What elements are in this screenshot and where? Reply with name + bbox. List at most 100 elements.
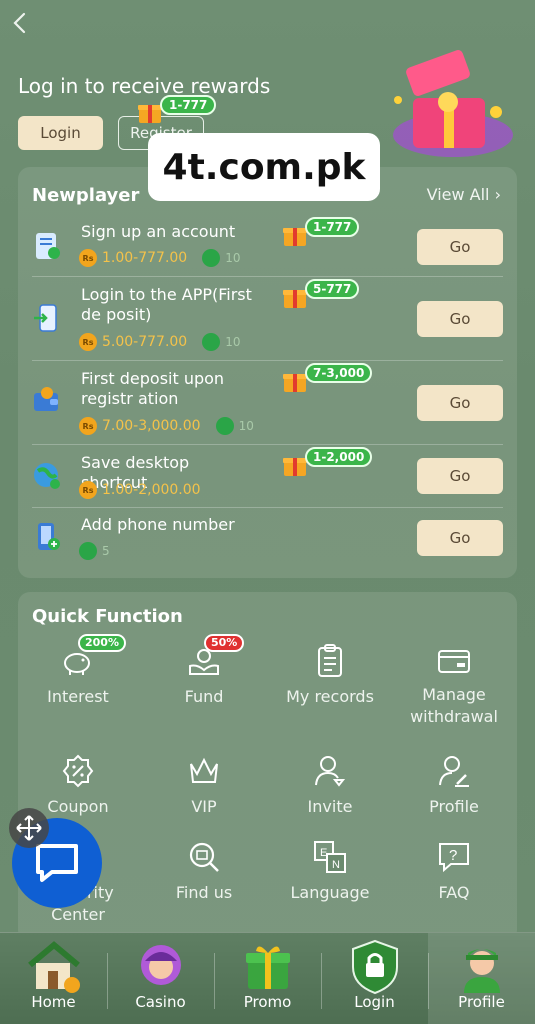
qf-label: FAQ (438, 883, 470, 902)
qf-label: VIP (191, 797, 217, 816)
newplayer-card: Newplayer View All › Sign up an account … (18, 167, 517, 578)
task-item: First deposit upon registr ation Rs 7.00… (32, 361, 503, 445)
qf-label: Invite (307, 797, 353, 816)
gem-value: 5 (102, 544, 110, 558)
language-icon: E N (314, 841, 346, 873)
qf-faq[interactable]: ? FAQ (394, 840, 514, 904)
qf-label: Manage withdrawal (410, 685, 498, 726)
login-rewards-title: Log in to receive rewards (18, 74, 271, 98)
task-amount-value: 7.00-3,000.00 (102, 418, 201, 434)
task-amount: Rs 1.00-2,000.00 (79, 481, 201, 499)
quick-function-title: Quick Function (32, 606, 183, 627)
globe-shortcut-icon (34, 463, 60, 489)
task-name: Sign up an account (81, 222, 236, 241)
faq-icon: ? (439, 843, 469, 873)
fund-badge: 50% (204, 634, 245, 652)
rupee-coin-icon: Rs (79, 249, 97, 267)
tab-home[interactable]: Home (0, 933, 107, 1024)
qf-label: Find us (175, 883, 233, 902)
gem-value: 10 (225, 251, 241, 265)
task-item: Sign up an account Rs 1.00-777.00 10 1-7… (32, 217, 503, 277)
qf-label: Language (290, 883, 370, 902)
task-name: First deposit upon registr ation (81, 369, 225, 408)
tab-profile[interactable]: Profile (428, 933, 535, 1024)
lock-shield-icon (352, 939, 398, 995)
qf-profile[interactable]: Profile (394, 754, 514, 818)
task-amount: 5 (79, 542, 110, 560)
go-button[interactable]: Go (417, 458, 503, 494)
task-name: Login to the APP(First de posit) (81, 285, 252, 324)
gift-box-icon (393, 50, 513, 157)
newplayer-title: Newplayer (32, 185, 140, 206)
watermark: 4t.com.pk (148, 133, 380, 201)
tab-label: Profile (458, 993, 505, 1011)
view-all-label: View All (426, 185, 490, 204)
card-icon (438, 650, 470, 673)
profile-edit-icon (439, 756, 469, 787)
go-button[interactable]: Go (417, 229, 503, 265)
interest-badge: 200% (78, 634, 126, 652)
task-name: Add phone number (81, 515, 235, 534)
qf-label: Interest (47, 687, 109, 706)
task-amount: Rs 7.00-3,000.00 10 (79, 417, 254, 435)
login-button[interactable]: Login (18, 116, 103, 150)
rupee-coin-icon: Rs (79, 333, 97, 351)
gem-value: 10 (225, 335, 241, 349)
task-badge: 1-777 (305, 217, 360, 237)
qf-invite[interactable]: Invite (270, 754, 390, 818)
go-button[interactable]: Go (417, 520, 503, 556)
task-item: Add phone number 5 Go (32, 508, 503, 570)
gem-icon (202, 333, 221, 351)
chat-bubble-icon (36, 844, 78, 882)
view-all-link[interactable]: View All › (427, 185, 501, 204)
qf-my-records[interactable]: My records (270, 644, 390, 708)
go-button[interactable]: Go (417, 301, 503, 337)
reward-badge: 1-777 (160, 95, 217, 115)
promo-gift-icon (246, 946, 290, 989)
qf-manage-withdrawal[interactable]: Manage withdrawal (394, 644, 514, 728)
invite-user-icon (315, 756, 346, 787)
task-item: Login to the APP(First de posit) Rs 5.00… (32, 277, 503, 361)
phone-login-icon (34, 304, 57, 332)
clipboard-icon (36, 233, 60, 259)
magnifier-icon (189, 842, 219, 872)
chevron-left-icon[interactable] (12, 12, 28, 39)
gem-icon (202, 249, 221, 267)
task-amount-value: 5.00-777.00 (102, 334, 188, 350)
gem-icon (79, 542, 97, 560)
task-amount-value: 1.00-777.00 (102, 250, 188, 266)
tab-label: Promo (243, 993, 292, 1011)
move-icon[interactable] (9, 808, 49, 848)
records-icon (318, 644, 342, 677)
qf-interest[interactable]: 200% Interest (18, 634, 138, 708)
rupee-coin-icon: Rs (79, 481, 97, 499)
tab-label: Login (354, 993, 395, 1011)
tab-promo[interactable]: Promo (214, 933, 321, 1024)
bottom-tab-bar: Home Casino Promo Login Profile (0, 932, 535, 1024)
task-amount: Rs 5.00-777.00 10 (79, 333, 241, 351)
qf-find-us[interactable]: Find us (144, 840, 264, 904)
svg-text:E: E (320, 847, 327, 859)
qf-vip[interactable]: VIP (144, 754, 264, 818)
task-item: Save desktop shortcut Rs 1.00-2,000.00 1… (32, 445, 503, 508)
task-badge: 5-777 (305, 279, 360, 299)
rupee-coin-icon: Rs (79, 417, 97, 435)
go-button[interactable]: Go (417, 385, 503, 421)
tab-casino[interactable]: Casino (107, 933, 214, 1024)
svg-text:?: ? (449, 847, 457, 864)
qf-fund[interactable]: 50% Fund (144, 634, 264, 708)
task-badge: 7-3,000 (305, 363, 373, 383)
tab-login[interactable]: Login (321, 933, 428, 1024)
wallet-icon (34, 387, 58, 411)
tab-label: Home (31, 993, 76, 1011)
crown-icon (190, 757, 218, 783)
task-amount: Rs 1.00-777.00 10 (79, 249, 241, 267)
tab-label: Casino (135, 993, 186, 1011)
gem-value: 10 (238, 419, 254, 433)
home-icon (28, 941, 80, 993)
chevron-right-icon: › (494, 185, 501, 204)
task-badge: 1-2,000 (305, 447, 373, 467)
coupon-icon (62, 754, 94, 788)
qf-language[interactable]: E N Language (270, 840, 390, 904)
qf-label: Fund (184, 687, 224, 706)
